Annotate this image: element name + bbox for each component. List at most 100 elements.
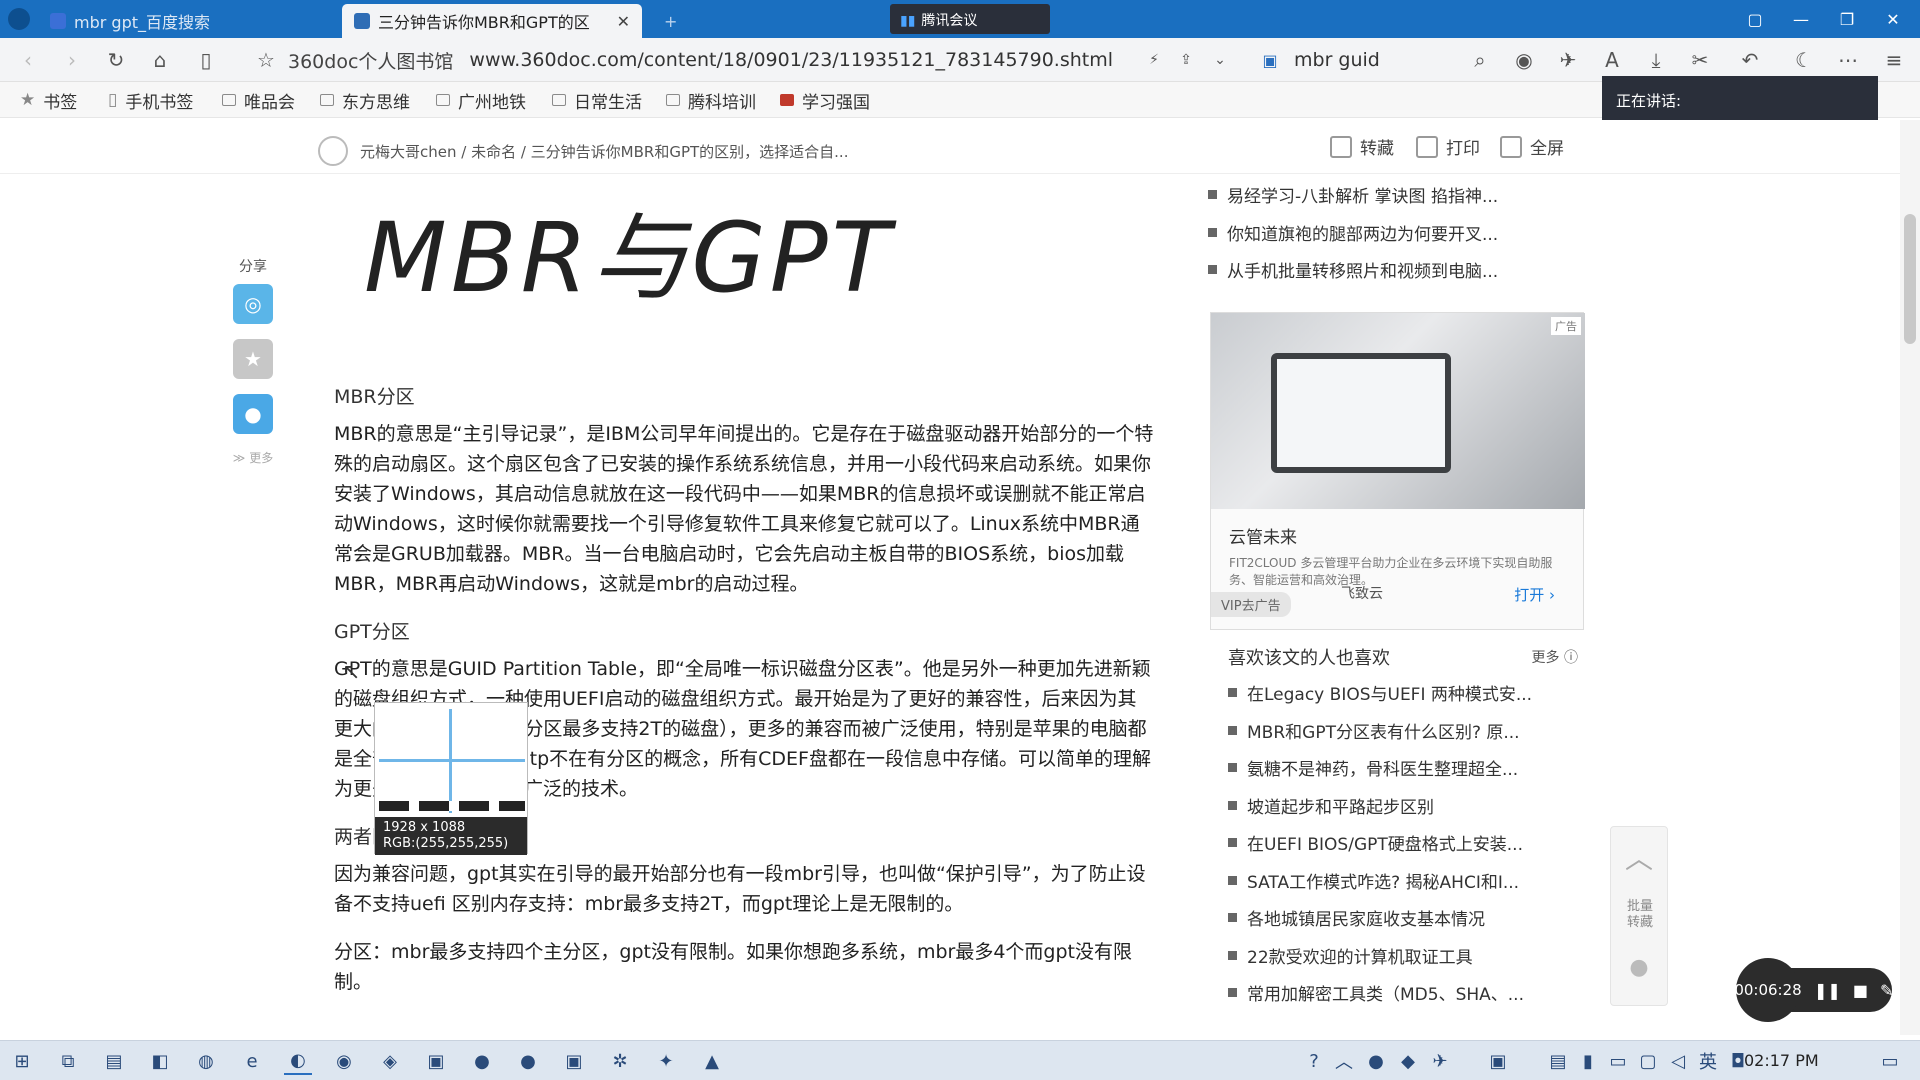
- list-item[interactable]: 易经学习-八卦解析 掌诀图 掐指神...: [1208, 176, 1586, 214]
- address-bar[interactable]: 360doc个人图书馆 www.360doc.com/content/18/09…: [288, 44, 1288, 76]
- help-icon[interactable]: ?: [1300, 1047, 1328, 1075]
- tray-app-icon[interactable]: ▤: [1544, 1047, 1572, 1075]
- folder-app-icon[interactable]: ▤: [100, 1047, 128, 1075]
- list-item[interactable]: MBR和GPT分区表有什么区别? 原...: [1228, 712, 1578, 750]
- volume-icon[interactable]: ◁: [1664, 1047, 1692, 1075]
- bookmark-item[interactable]: 学习强国: [780, 88, 870, 113]
- page-scrollbar[interactable]: [1900, 120, 1920, 1035]
- ad-open-link[interactable]: 打开 ›: [1514, 584, 1555, 605]
- share-page-icon[interactable]: ⇪: [1172, 46, 1200, 74]
- reader-icon[interactable]: ▯: [192, 46, 220, 74]
- list-item[interactable]: 各地城镇居民家庭收支基本情况: [1228, 899, 1578, 937]
- list-item[interactable]: SATA工作模式咋选? 揭秘AHCI和I...: [1228, 862, 1578, 900]
- list-item[interactable]: 你知道旗袍的腿部两边为何要开叉...: [1208, 214, 1586, 252]
- app-icon[interactable]: ▲: [698, 1047, 726, 1075]
- more-link[interactable]: 更多 ⓘ: [1532, 647, 1578, 667]
- more-icon[interactable]: ⋯: [1834, 46, 1862, 74]
- close-window-button[interactable]: ✕: [1870, 0, 1916, 38]
- bookmark-item[interactable]: ★ 书签: [20, 88, 77, 113]
- night-mode-icon[interactable]: ☾: [1790, 46, 1818, 74]
- qq-icon[interactable]: ●: [1611, 955, 1667, 980]
- app-icon[interactable]: ◈: [376, 1047, 404, 1075]
- search-input[interactable]: mbr guid: [1294, 44, 1474, 76]
- bird-icon[interactable]: ✈: [1554, 46, 1582, 74]
- translate-icon[interactable]: A: [1598, 46, 1626, 74]
- more-share-link[interactable]: ≫ 更多: [230, 449, 276, 466]
- list-item[interactable]: 在Legacy BIOS与UEFI 两种模式安...: [1228, 674, 1578, 712]
- menu-icon[interactable]: ≡: [1880, 46, 1908, 74]
- app-icon[interactable]: ▣: [560, 1047, 588, 1075]
- bookmark-item[interactable]: 日常生活: [552, 88, 642, 113]
- search-engine-icon[interactable]: ▣: [1256, 46, 1284, 74]
- stop-icon[interactable]: ■: [1853, 981, 1868, 1000]
- app-icon[interactable]: ◉: [330, 1047, 358, 1075]
- screenshot-scissors-icon[interactable]: ✂: [1686, 46, 1714, 74]
- favorite-star-icon[interactable]: ☆: [252, 46, 280, 74]
- app-icon[interactable]: ✲: [606, 1047, 634, 1075]
- bookmark-item[interactable]: ▯ 手机书签: [108, 88, 193, 113]
- windows-start-icon[interactable]: ⊞: [8, 1047, 36, 1075]
- new-tab-button[interactable]: +: [652, 4, 692, 38]
- list-item[interactable]: 坡道起步和平路起步区别: [1228, 787, 1578, 825]
- scrollbar-thumb[interactable]: [1904, 214, 1916, 344]
- advertisement[interactable]: 广告 云管未来 FIT2CLOUD 多云管理平台助力企业在多云环境下实现自助服务…: [1210, 312, 1585, 630]
- task-view-icon[interactable]: ⧉: [54, 1047, 82, 1075]
- flash-icon[interactable]: ⚡: [1140, 46, 1168, 74]
- scroll-top-icon[interactable]: ︿: [1611, 837, 1667, 877]
- forward-icon[interactable]: ›: [58, 46, 86, 74]
- qq-share-icon[interactable]: ●: [233, 394, 273, 434]
- undo-icon[interactable]: ↶: [1736, 46, 1764, 74]
- pen-icon[interactable]: ✎: [1880, 981, 1893, 1000]
- 360-browser-icon[interactable]: ◐: [284, 1047, 312, 1075]
- list-item[interactable]: 氨糖不是神药，骨科医生整理超全...: [1228, 749, 1578, 787]
- vip-remove-ads-button[interactable]: VIP去广告: [1211, 592, 1291, 617]
- print-button[interactable]: 打印: [1416, 134, 1480, 159]
- list-item[interactable]: 在UEFI BIOS/GPT硬盘格式上安装...: [1228, 824, 1578, 862]
- tab-baidu[interactable]: mbr gpt_百度搜索: [38, 4, 338, 38]
- bookmark-item[interactable]: 唯品会: [222, 88, 295, 113]
- dropdown-icon[interactable]: ⌄: [1206, 46, 1234, 74]
- notification-icon[interactable]: ▭: [1876, 1047, 1904, 1075]
- back-icon[interactable]: ‹: [14, 46, 42, 74]
- tray-app-icon[interactable]: ◆: [1394, 1047, 1422, 1075]
- app-icon[interactable]: ◧: [146, 1047, 174, 1075]
- close-tab-icon[interactable]: ✕: [617, 12, 630, 31]
- reload-icon[interactable]: ↻: [102, 46, 130, 74]
- edge-icon[interactable]: e: [238, 1047, 266, 1075]
- app-icon[interactable]: ●: [468, 1047, 496, 1075]
- save-to-library-button[interactable]: 转藏: [1330, 134, 1394, 159]
- download-icon[interactable]: ⤓: [1642, 46, 1670, 74]
- fullscreen-button[interactable]: 全屏: [1500, 134, 1564, 159]
- tab-360doc[interactable]: 三分钟告诉你MBR和GPT的区 ✕: [342, 4, 642, 38]
- app-icon[interactable]: ✦: [652, 1047, 680, 1075]
- tray-expand-icon[interactable]: ︿: [1330, 1047, 1358, 1075]
- pause-icon[interactable]: ❚❚: [1814, 981, 1841, 1000]
- system-clock[interactable]: 02:17 PM: [1744, 1051, 1819, 1070]
- battery-icon[interactable]: ▭: [1604, 1047, 1632, 1075]
- game-icon[interactable]: ◉: [1510, 46, 1538, 74]
- microphone-icon[interactable]: ▮: [1574, 1047, 1602, 1075]
- tray-app-icon[interactable]: ▣: [1484, 1047, 1512, 1075]
- tray-app-icon[interactable]: ✈: [1426, 1047, 1454, 1075]
- browser-app-icon[interactable]: ◍: [192, 1047, 220, 1075]
- minimize-button[interactable]: —: [1778, 0, 1824, 38]
- list-item[interactable]: 22款受欢迎的计算机取证工具: [1228, 937, 1578, 975]
- breadcrumb[interactable]: 元梅大哥chen / 未命名 / 三分钟告诉你MBR和GPT的区别，选择适合自.…: [318, 136, 848, 166]
- home-icon[interactable]: ⌂: [146, 46, 174, 74]
- browser-logo-icon[interactable]: [8, 8, 30, 30]
- batch-save-button[interactable]: 批量转藏: [1625, 899, 1655, 931]
- meeting-indicator[interactable]: ▮▮ 腾讯会议: [890, 4, 1050, 34]
- list-item[interactable]: 常用加解密工具类（MD5、SHA、...: [1228, 974, 1578, 1012]
- app-icon[interactable]: ●: [514, 1047, 542, 1075]
- wechat-share-icon[interactable]: ◎: [233, 284, 273, 324]
- shirt-icon[interactable]: ▢: [1732, 0, 1778, 38]
- bookmark-item[interactable]: 东方思维: [320, 88, 410, 113]
- bookmark-item[interactable]: 腾科培训: [666, 88, 756, 113]
- favorite-share-icon[interactable]: ★: [233, 339, 273, 379]
- network-icon[interactable]: ▢: [1634, 1047, 1662, 1075]
- tray-app-icon[interactable]: ●: [1362, 1047, 1390, 1075]
- list-item[interactable]: 从手机批量转移照片和视频到电脑...: [1208, 251, 1586, 289]
- restore-button[interactable]: ❐: [1824, 0, 1870, 38]
- bookmark-item[interactable]: 广州地铁: [436, 88, 526, 113]
- search-icon[interactable]: ⌕: [1466, 46, 1494, 74]
